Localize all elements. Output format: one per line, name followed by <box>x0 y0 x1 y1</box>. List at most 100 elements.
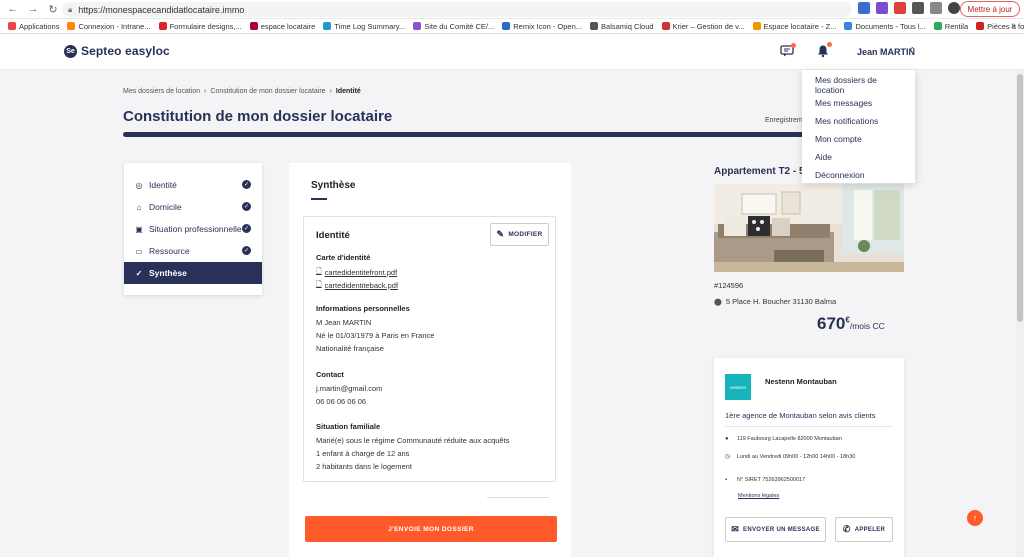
personal-line: Nationalité française <box>316 344 384 353</box>
step-domicile[interactable]: ⌂ Domicile ✓ <box>124 196 262 218</box>
bookmark-item[interactable]: Espace locataire - Z... <box>752 21 837 31</box>
bookmark-label: Applications <box>19 21 60 31</box>
price-unit: /mois CC <box>849 321 885 331</box>
bookmark-item[interactable]: Formulaire designs,... <box>158 22 242 31</box>
bookmark-label: Connexion - Intrane... <box>78 21 151 31</box>
file-link[interactable]: 🗋︎ cartedidentitefront.pdf <box>316 267 397 278</box>
property-photo <box>714 184 904 272</box>
user-menu-toggle[interactable]: Jean MARTIN <box>857 47 915 57</box>
bookmark-item[interactable]: Krier – Gestion de v... <box>661 22 745 31</box>
menu-item-notifications[interactable]: Mes notifications <box>802 112 915 130</box>
notifications-bell-icon[interactable] <box>816 42 832 58</box>
breadcrumb-link[interactable]: Constitution de mon dossier locataire <box>210 88 325 95</box>
logo[interactable]: Se Septeo easyloc <box>64 44 170 58</box>
back-icon[interactable]: ← <box>6 2 20 16</box>
bookmark-item[interactable]: Documents - Tous l... <box>844 22 926 31</box>
call-button[interactable]: ✆ APPELER <box>835 517 893 542</box>
bookmark-item[interactable]: Applications <box>8 22 59 31</box>
bookmark-favicon-icon <box>67 22 76 30</box>
messages-icon[interactable] <box>780 43 796 57</box>
modify-label: MODIFIER <box>508 231 543 238</box>
menu-item-messages[interactable]: Mes messages <box>802 94 915 112</box>
family-label: Situation familiale <box>316 422 381 431</box>
bookmarks-more-button[interactable]: » <box>1011 20 1016 30</box>
menu-item-logout[interactable]: Déconnexion <box>802 166 915 184</box>
address-text: 5 Place H. Boucher 31130 Balma <box>725 297 837 306</box>
agency-hours-text: Lundi au Vendredi 09h00 - 12h00 14h00 - … <box>737 453 856 460</box>
progress-bar <box>123 132 813 137</box>
menu-item-dossiers[interactable]: Mes dossiers de location <box>802 75 915 95</box>
menu-item-account[interactable]: Mon compte <box>802 130 915 148</box>
bookmark-item[interactable]: Connexion - Intrane... <box>67 21 151 31</box>
file-name: cartedidentitefront.pdf <box>324 268 398 277</box>
puzzle-icon[interactable] <box>930 2 942 14</box>
reload-icon[interactable]: ↻ <box>46 2 60 16</box>
user-circle-icon: ◎ <box>135 180 143 190</box>
step-synthese[interactable]: ✓ Synthèse <box>124 262 262 284</box>
extension-icon[interactable] <box>912 2 924 14</box>
document-icon: 🗋︎ <box>316 281 322 288</box>
briefcase-icon: ▪ <box>725 477 728 483</box>
scroll-to-top-button[interactable]: ↑ <box>967 510 983 526</box>
breadcrumb-link[interactable]: Mes dossiers de location <box>123 88 200 95</box>
scrollbar-thumb[interactable] <box>1017 74 1023 322</box>
logo-text: Septeo easyloc <box>81 44 170 58</box>
bookmark-item[interactable]: Rentila <box>933 22 968 31</box>
bookmark-item[interactable]: Site du Comité CE/... <box>413 22 494 31</box>
check-icon: ✓ <box>242 202 251 211</box>
title-underline <box>311 198 327 200</box>
bookmark-favicon-icon <box>661 22 670 30</box>
step-ressource[interactable]: ▭ Ressource ✓ <box>124 240 262 262</box>
modify-button[interactable]: ✎ MODIFIER <box>490 223 549 246</box>
unread-dot <box>827 42 832 47</box>
file-name: cartedidentiteback.pdf <box>324 281 399 290</box>
property-reference: #124596 <box>714 281 744 290</box>
property-title: Appartement T2 - 5 <box>714 166 805 177</box>
bookmark-item[interactable]: Remix Icon - Open... <box>502 22 582 31</box>
check-icon: ✓ <box>242 246 251 255</box>
bookmark-label: Remix Icon - Open... <box>513 21 583 31</box>
file-link[interactable]: 🗋︎ cartedidentiteback.pdf <box>316 280 398 291</box>
map-pin-icon: ● <box>725 436 729 442</box>
contact-line: j.martin@gmail.com <box>316 384 383 393</box>
update-button[interactable]: Mettre à jour <box>960 1 1020 17</box>
step-label: Identité <box>149 180 177 190</box>
extension-icon[interactable] <box>876 2 888 14</box>
bookmark-favicon-icon <box>413 22 422 30</box>
agency-logo: nestenn <box>725 374 751 400</box>
extension-icon[interactable] <box>858 2 870 14</box>
divider <box>725 426 893 427</box>
bookmark-favicon-icon <box>8 22 16 30</box>
browser-toolbar: ← → ↻ 🔒︎ https://monespacecandidatlocata… <box>0 0 1024 19</box>
check-icon: ✓ <box>242 224 251 233</box>
step-situation-professionnelle[interactable]: ▣ Situation professionnelle ✓ <box>124 218 262 240</box>
step-identite[interactable]: ◎ Identité ✓ <box>124 174 262 196</box>
id-card-label: Carte d'identité <box>316 253 371 262</box>
page-scrollbar[interactable] <box>1016 70 1024 557</box>
forward-icon[interactable]: → <box>26 2 40 16</box>
check-icon: ✓ <box>135 268 143 278</box>
menu-item-help[interactable]: Aide <box>802 148 915 166</box>
bookmark-item[interactable]: Balsamiq Cloud <box>590 22 654 31</box>
bookmark-item[interactable]: espace locataire <box>249 22 315 31</box>
page-title: Constitution de mon dossier locataire <box>123 108 393 125</box>
legal-mentions-link[interactable]: Mentions légales <box>738 493 779 499</box>
extensions-bar <box>858 2 960 14</box>
agency-hours: ◷ Lundi au Vendredi 09h00 - 12h00 14h00 -… <box>725 453 856 461</box>
bookmark-favicon-icon <box>158 22 167 30</box>
bookmarks-bar: Applications Connexion - Intrane... Form… <box>0 19 1024 34</box>
breadcrumb-separator: › <box>204 88 207 95</box>
property-price: 670€/mois CC <box>817 314 885 334</box>
bookmark-label: Espace locataire - Z... <box>763 21 837 31</box>
bookmark-item[interactable]: Pièces à fournir po... <box>976 22 1024 31</box>
send-message-button[interactable]: ✉ ENVOYER UN MESSAGE <box>725 517 826 542</box>
bookmark-item[interactable]: Time Log Summary... <box>323 22 405 31</box>
extension-icon[interactable] <box>894 2 906 14</box>
section-title: Synthèse <box>311 180 356 191</box>
address-bar[interactable]: 🔒︎ https://monespacecandidatlocataire.im… <box>62 2 852 17</box>
bookmark-favicon-icon <box>502 22 511 30</box>
chevron-up-icon[interactable]: ⌃ <box>909 46 916 55</box>
profile-icon[interactable] <box>948 2 960 14</box>
contact-label: Contact <box>316 370 344 379</box>
send-dossier-button[interactable]: J'ENVOIE MON DOSSIER <box>305 516 557 542</box>
